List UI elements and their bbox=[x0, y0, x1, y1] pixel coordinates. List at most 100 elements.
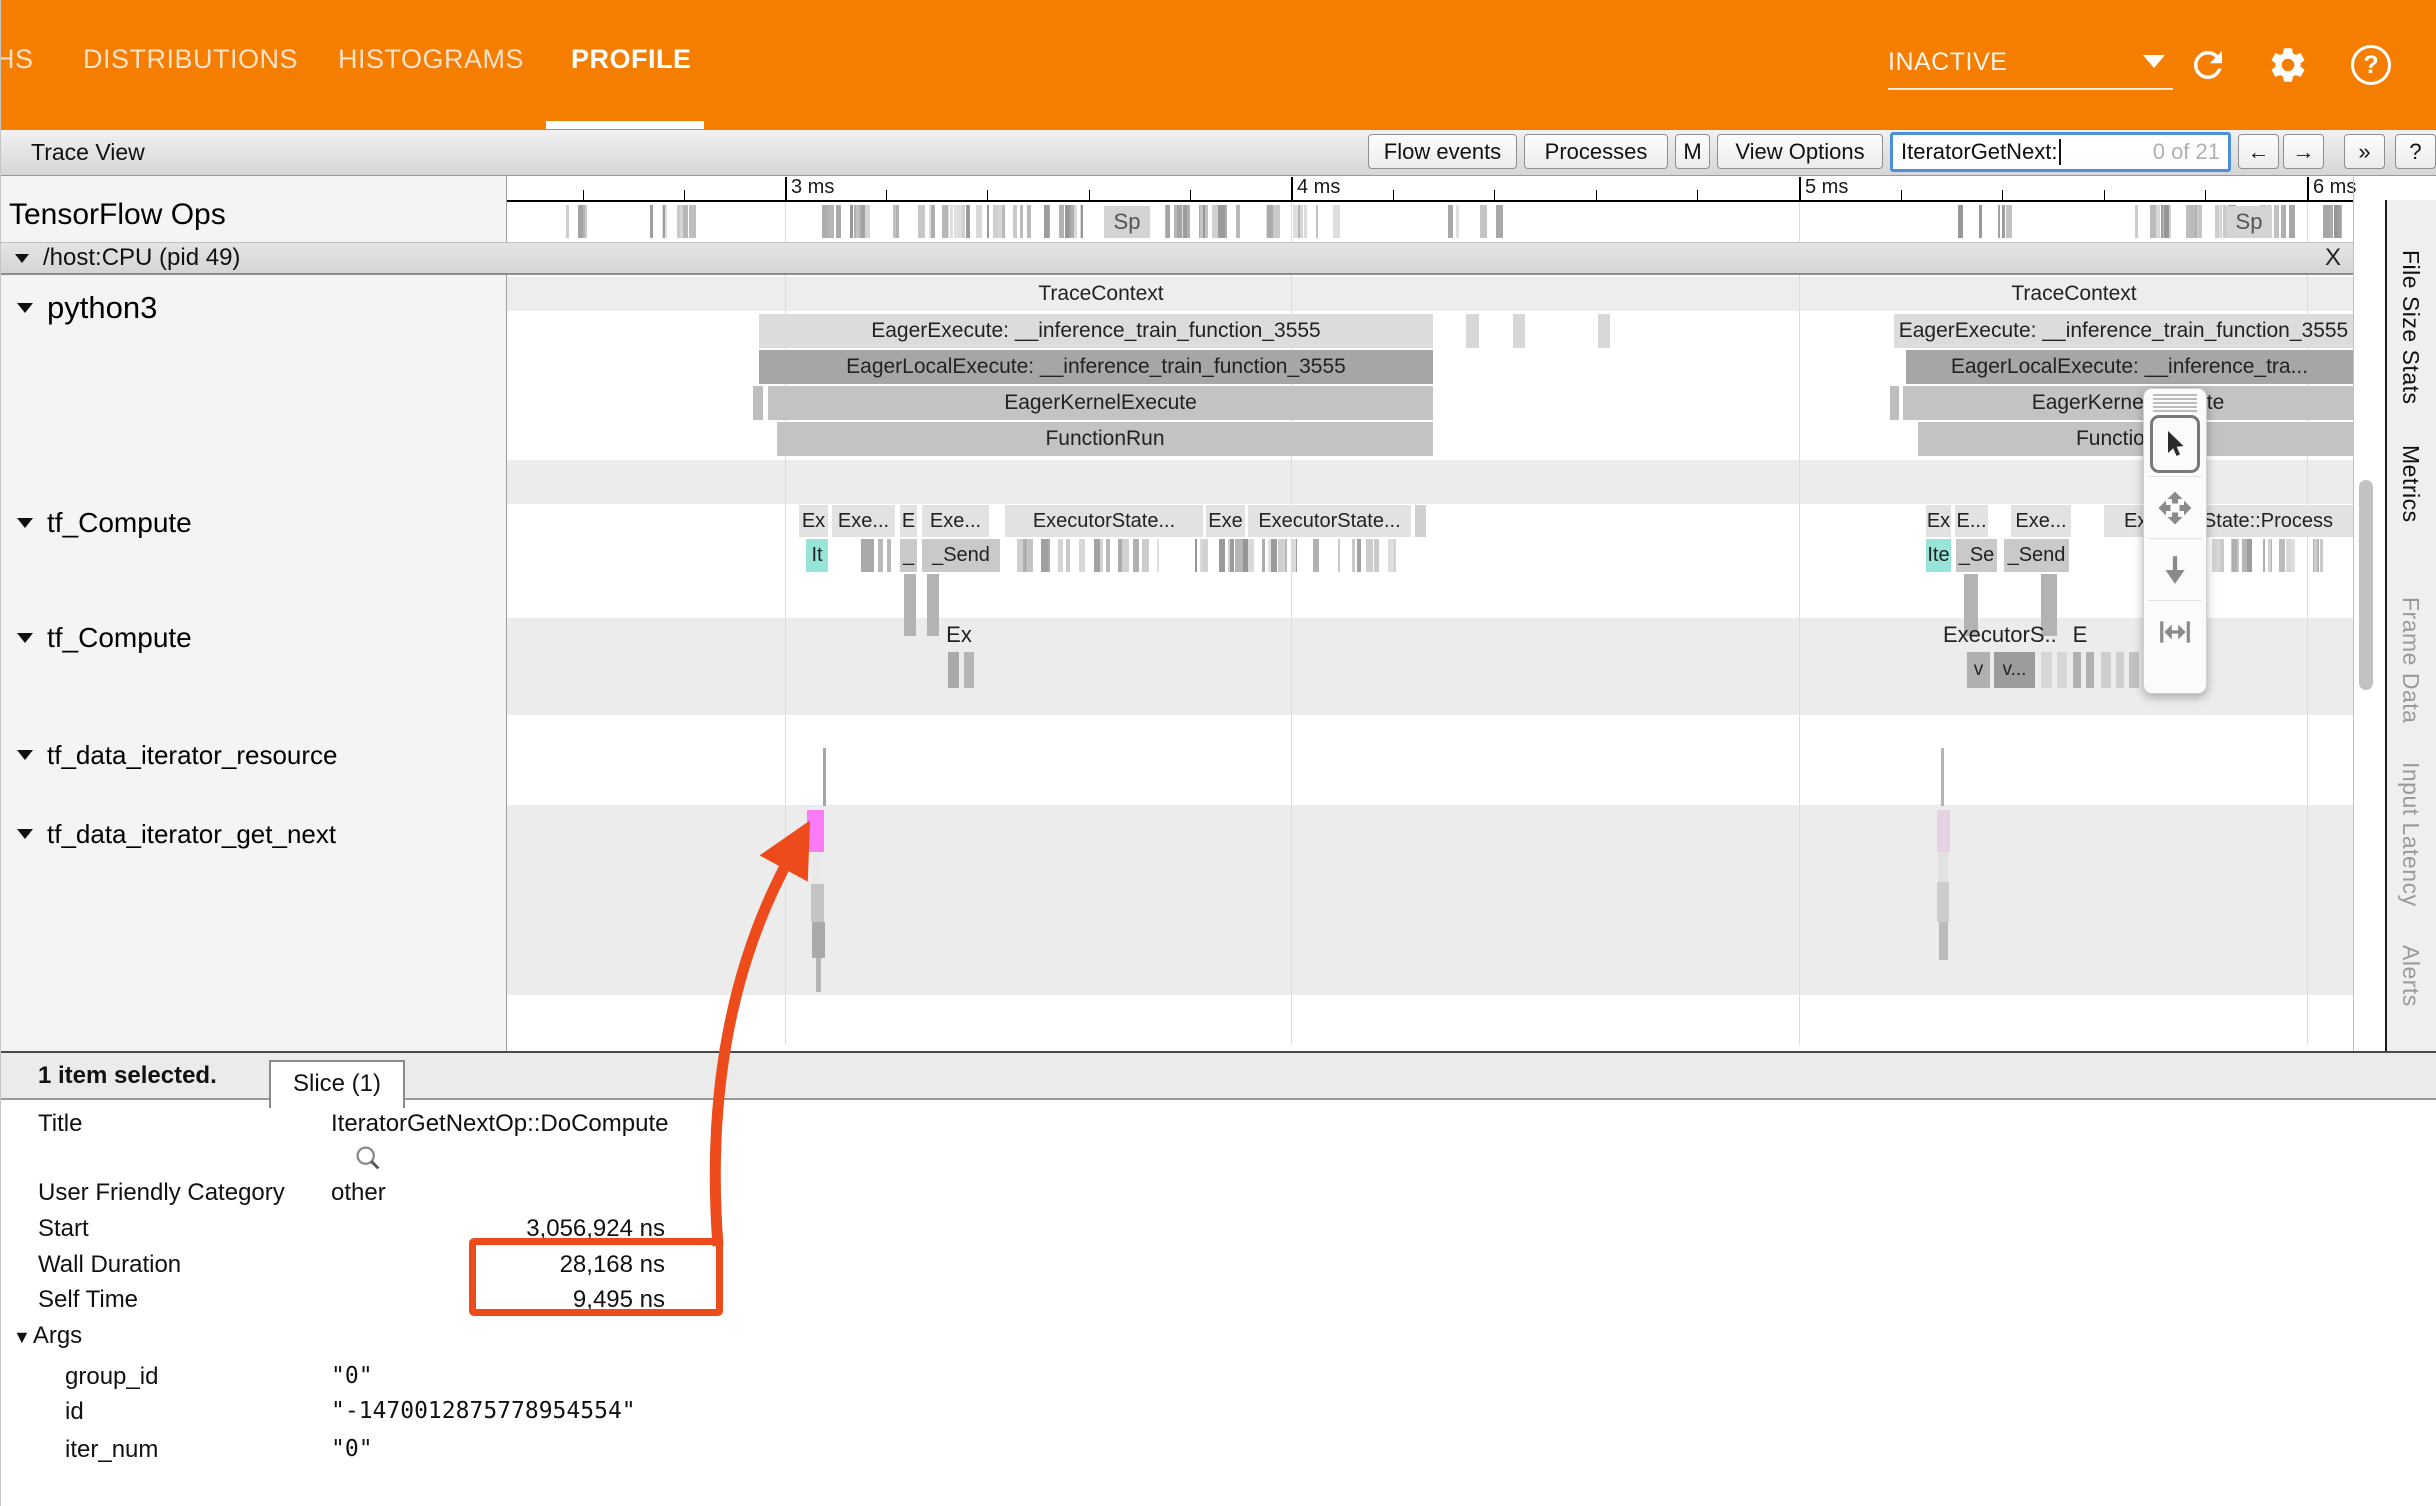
trace-slice-tick[interactable] bbox=[2041, 652, 2052, 688]
trace-slice-tick[interactable] bbox=[812, 922, 825, 958]
trace-slice-tick[interactable] bbox=[683, 205, 688, 238]
trace-slice-tick[interactable] bbox=[1066, 539, 1070, 572]
trace-slice-tick[interactable] bbox=[2101, 652, 2111, 688]
trace-slice-tick[interactable] bbox=[2220, 539, 2224, 572]
trace-slice-tick[interactable] bbox=[1133, 539, 1138, 572]
trace-slice-tick[interactable] bbox=[1202, 539, 1208, 572]
trace-slice-tick[interactable] bbox=[1203, 205, 1206, 238]
sidebar-item-python3[interactable]: python3 bbox=[17, 288, 157, 327]
pan-tool-button[interactable] bbox=[2148, 476, 2202, 538]
trace-slice-tick[interactable] bbox=[1278, 539, 1283, 572]
trace-slice-tick[interactable] bbox=[1316, 205, 1318, 238]
trace-slice-tick[interactable] bbox=[1293, 205, 1299, 238]
trace-slice-tick[interactable] bbox=[2161, 205, 2164, 238]
trace-slice-tick[interactable] bbox=[1048, 539, 1051, 572]
trace-slice-tick[interactable] bbox=[1304, 205, 1307, 238]
trace-slice[interactable]: FunctionRun bbox=[777, 422, 1433, 456]
trace-slice-tick[interactable] bbox=[1513, 314, 1525, 348]
trace-slice-tick[interactable] bbox=[816, 958, 821, 992]
trace-slice-tick[interactable] bbox=[1998, 205, 2000, 238]
trace-slice-tick[interactable] bbox=[1466, 314, 1479, 348]
trace-slice-tick[interactable] bbox=[2164, 205, 2169, 238]
trace-slice-tick[interactable] bbox=[1890, 386, 1899, 420]
trace-slice[interactable]: TraceContext bbox=[1781, 277, 2367, 311]
trace-slice-tick[interactable] bbox=[1282, 539, 1285, 572]
collapse-triangle-icon[interactable] bbox=[15, 254, 29, 263]
tab-hs[interactable]: HS bbox=[0, 44, 34, 75]
trace-slice-tick[interactable] bbox=[1300, 205, 1304, 238]
trace-slice[interactable]: ExecutorS... bbox=[1943, 620, 2055, 650]
trace-slice-tick[interactable] bbox=[1415, 505, 1426, 537]
magnifier-icon[interactable] bbox=[353, 1143, 383, 1173]
zoom-tool-button[interactable] bbox=[2148, 538, 2202, 600]
sidebar-item-tf-data-iterator-get-next[interactable]: tf_data_iterator_get_next bbox=[17, 817, 336, 851]
trace-slice-tick[interactable] bbox=[2198, 205, 2202, 238]
trace-slice-tick[interactable] bbox=[1979, 205, 1982, 238]
trace-slice[interactable]: ExecutorState... bbox=[1005, 505, 1203, 537]
trace-slice-tick[interactable] bbox=[2219, 205, 2221, 238]
trace-slice-tick[interactable] bbox=[1357, 539, 1360, 572]
trace-slice-tick[interactable] bbox=[1187, 205, 1189, 238]
trace-slice-tick[interactable] bbox=[861, 205, 865, 238]
trace-slice-tick[interactable] bbox=[964, 652, 974, 688]
trace-slice-tick[interactable] bbox=[1352, 539, 1355, 572]
trace-slice-tick[interactable] bbox=[2169, 205, 2171, 238]
trace-slice-tick[interactable] bbox=[836, 205, 840, 238]
trace-slice-tick[interactable] bbox=[823, 748, 826, 806]
button-processes[interactable]: Processes bbox=[1524, 134, 1668, 169]
close-icon[interactable]: X bbox=[2325, 244, 2341, 272]
trace-slice-tick[interactable] bbox=[976, 205, 982, 238]
trace-slice[interactable]: Exe... bbox=[2011, 505, 2071, 537]
trace-slice-tick[interactable] bbox=[1212, 205, 1217, 238]
trace-slice-tick[interactable] bbox=[2156, 205, 2160, 238]
search-input[interactable]: IteratorGetNext: 0 of 21 bbox=[1890, 132, 2231, 172]
trace-slice-tick[interactable] bbox=[1100, 539, 1103, 572]
trace-slice-tick[interactable] bbox=[2116, 652, 2124, 688]
trace-slice[interactable]: EagerKernelExecute bbox=[1903, 386, 2353, 420]
refresh-icon[interactable] bbox=[2187, 44, 2229, 86]
trace-slice-tick[interactable] bbox=[2086, 652, 2094, 688]
trace-slice[interactable]: FunctionRun bbox=[1918, 422, 2353, 456]
trace-slice[interactable]: EagerLocalExecute: __inference_tra... bbox=[1906, 350, 2353, 384]
trace-slice-tick[interactable] bbox=[2274, 205, 2278, 238]
trace-slice[interactable]: Exe... bbox=[832, 505, 895, 537]
trace-slice-tick[interactable] bbox=[753, 386, 763, 420]
collapse-triangle-icon[interactable] bbox=[17, 829, 33, 839]
trace-slice-tick[interactable] bbox=[1267, 205, 1273, 238]
trace-slice-tick[interactable] bbox=[1262, 539, 1265, 572]
button-m[interactable]: M bbox=[1675, 134, 1710, 169]
trace-slice-tick[interactable] bbox=[1166, 205, 1170, 238]
trace-slice-tick[interactable] bbox=[1059, 205, 1064, 238]
trace-slice-tick[interactable] bbox=[2323, 205, 2330, 238]
sidebar-item-tf-data-iterator-resource[interactable]: tf_data_iterator_resource bbox=[17, 738, 338, 772]
trace-slice-tick[interactable] bbox=[1598, 314, 1610, 348]
trace-slice-tick[interactable] bbox=[1338, 539, 1340, 572]
trace-slice-tick[interactable] bbox=[1069, 205, 1071, 238]
trace-slice-tick[interactable] bbox=[927, 574, 939, 636]
trace-slice-tick[interactable] bbox=[950, 205, 953, 238]
trace-slice-tick[interactable] bbox=[1002, 205, 1005, 238]
trace-slice[interactable]: v bbox=[1967, 652, 1990, 688]
trace-slice[interactable]: v... bbox=[1994, 652, 2035, 688]
trace-slice-tick[interactable] bbox=[2073, 652, 2081, 688]
trace-slice-tick[interactable] bbox=[2186, 205, 2190, 238]
trace-slice-tick[interactable] bbox=[2286, 539, 2291, 572]
trace-slice-tick[interactable] bbox=[865, 205, 869, 238]
trace-slice[interactable]: E bbox=[2069, 620, 2091, 650]
gear-icon[interactable] bbox=[2267, 44, 2309, 86]
trace-slice-tick[interactable] bbox=[1480, 205, 1487, 238]
trace-slice-tick[interactable] bbox=[1079, 539, 1085, 572]
trace-slice-tick[interactable] bbox=[2247, 539, 2252, 572]
tab-histograms[interactable]: HISTOGRAMS bbox=[338, 44, 524, 75]
collapse-triangle-icon[interactable] bbox=[17, 303, 33, 313]
help-icon[interactable]: ? bbox=[2351, 45, 2391, 85]
trace-slice-tick[interactable] bbox=[2268, 539, 2271, 572]
trace-slice-tick[interactable] bbox=[583, 205, 585, 238]
trace-slice-tick[interactable] bbox=[1291, 539, 1296, 572]
trace-slice-tick[interactable] bbox=[807, 810, 824, 852]
trace-slice-tick[interactable] bbox=[2263, 539, 2265, 572]
trace-slice-tick[interactable] bbox=[1219, 539, 1225, 572]
sidebar-item-tensorflow-ops[interactable]: TensorFlow Ops bbox=[9, 196, 226, 234]
trace-slice-tick[interactable] bbox=[1939, 922, 1948, 960]
trace-slice-tick[interactable] bbox=[2129, 652, 2139, 688]
